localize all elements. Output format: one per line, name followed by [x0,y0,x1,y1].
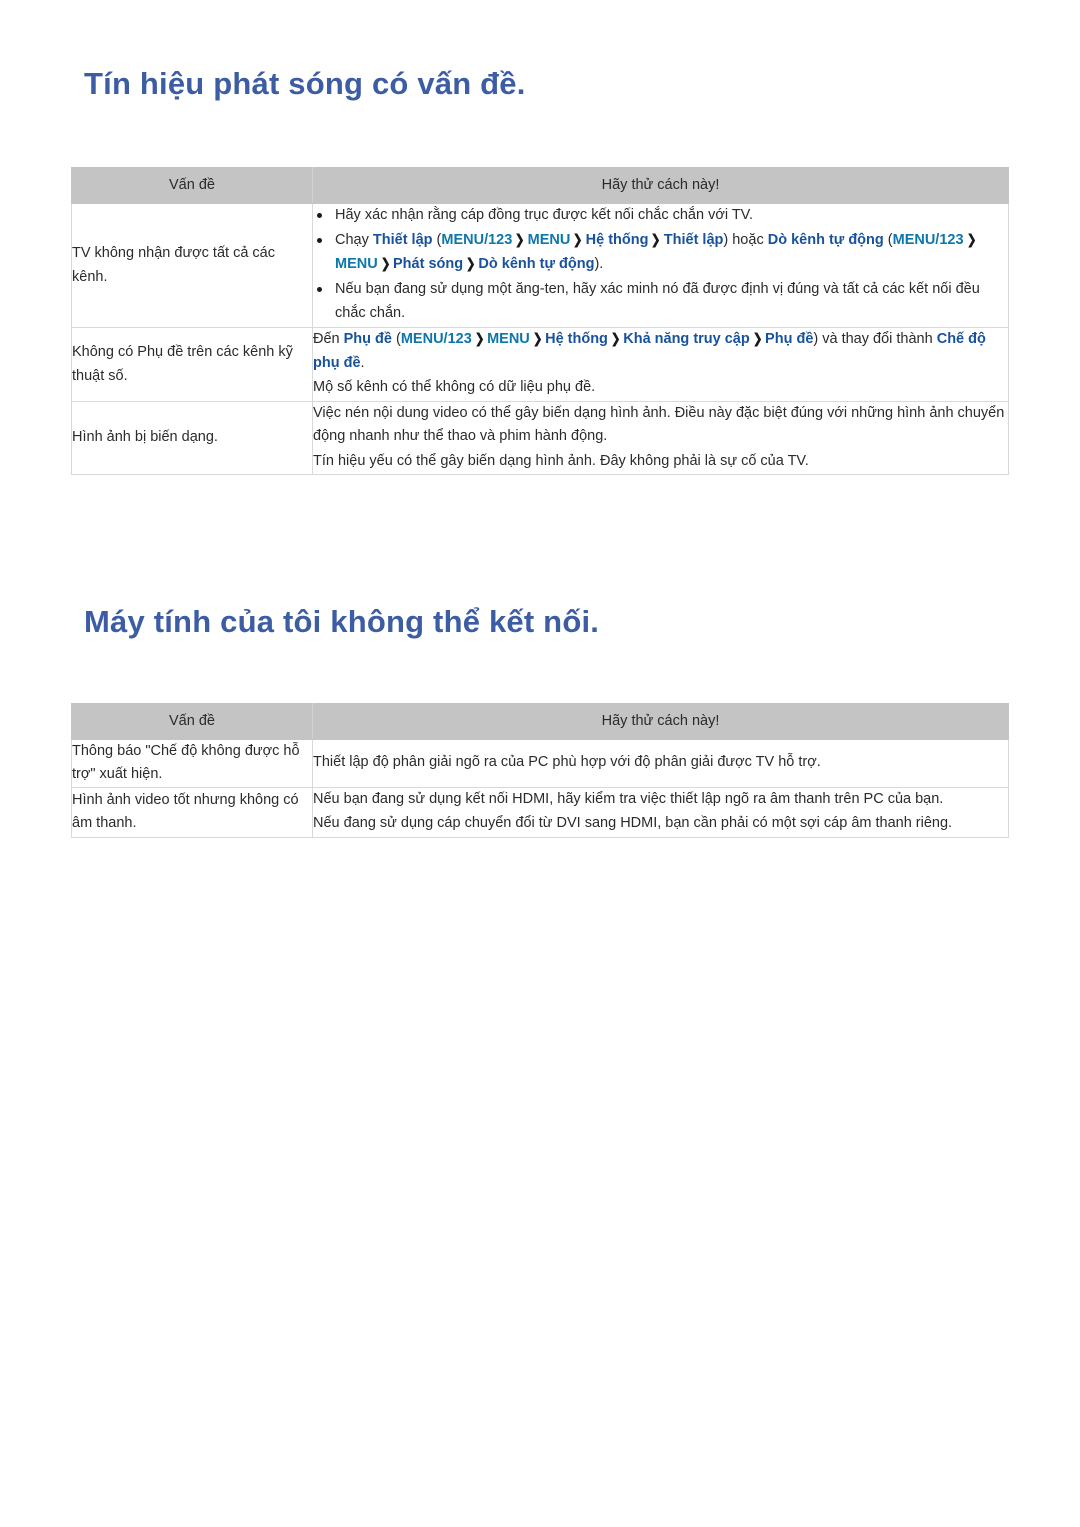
text-run: ( [883,232,893,249]
cell-solution: Đến Phụ đề (MENU/123 ❯ MENU ❯ Hệ thống ❯ Khả n… [312,327,1009,402]
table-row: TV không nhận được tất cả các kênh. Hãy … [71,202,1009,329]
page-title-pc: Máy tính của tôi không thể kết nối. [84,604,600,639]
tip-paragraph: Thiết lập độ phân giải ngõ ra của PC phù… [313,751,1008,774]
chevron-right-icon: ❯ [610,331,621,347]
text-run: ) hoặc [723,232,768,249]
troubleshooting-table-broadcast: Vấn đề Hãy thử cách này! TV không nhận đ… [71,167,1009,476]
list-item: Nếu bạn đang sử dụng một ăng-ten, hãy xá… [313,278,1008,325]
text-run: Thiết lập [372,232,433,249]
list-item: Chạy Thiết lập (MENU/123 ❯ MENU ❯ Hệ thống ❯ T… [313,229,1008,276]
text-run: Nếu đang sử dụng cáp chuyển đổi từ DVI s… [313,815,953,832]
column-header-solution: Hãy thử cách này! [312,703,1009,740]
tips-list: Hãy xác nhận rằng cáp đồng trục được kết… [313,204,1008,325]
cell-problem: Không có Phụ đề trên các kênh kỹ thuật s… [71,327,313,402]
page-title-broadcast: Tín hiệu phát sóng có vấn đề. [84,66,526,101]
text-run: Tín hiệu yếu có thể gây biến dạng hình ả… [313,452,809,469]
chevron-right-icon: ❯ [966,232,976,248]
tip-paragraph: Mộ số kênh có thể không có dữ liệu phụ đ… [313,376,1008,399]
text-run: ). [594,255,604,272]
text-run: Dò kênh tự động [767,232,884,249]
cell-problem: Thông báo "Chế độ không được hỗ trợ" xuấ… [71,739,313,788]
text-run: Đến [313,331,344,348]
tip-paragraph: Nếu đang sử dụng cáp chuyển đổi từ DVI s… [313,812,1008,835]
text-run: Việc nén nội dung video có thể gây biến … [313,404,1005,445]
troubleshooting-table-pc: Vấn đề Hãy thử cách này! Thông báo "Chế … [71,703,1009,838]
text-run: MENU/123 [892,232,964,249]
chevron-right-icon: ❯ [474,331,485,347]
tips-container: Thiết lập độ phân giải ngõ ra của PC phù… [313,751,1008,774]
table-header-row: Vấn đề Hãy thử cách này! [71,167,1009,204]
text-run: Phụ đề [765,331,814,348]
cell-problem: Hình ảnh video tốt nhưng không có âm tha… [71,786,313,838]
text-run: Phát sóng [393,255,464,272]
chevron-right-icon: ❯ [465,255,476,271]
cell-solution: Việc nén nội dung video có thể gây biến … [312,400,1009,476]
table-body-broadcast: TV không nhận được tất cả các kênh. Hãy … [71,202,1009,476]
tips-container: Việc nén nội dung video có thể gây biến … [313,402,1008,473]
table-head-broadcast: Vấn đề Hãy thử cách này! [71,167,1009,204]
table-row: Hình ảnh video tốt nhưng không có âm tha… [71,786,1009,838]
text-run: MENU [335,255,378,272]
tip-paragraph: Đến Phụ đề (MENU/123 ❯ MENU ❯ Hệ thống ❯ Khả n… [313,328,1008,375]
chevron-right-icon: ❯ [515,232,525,248]
column-header-solution: Hãy thử cách này! [312,167,1009,204]
list-item: Hãy xác nhận rằng cáp đồng trục được kết… [313,204,1008,227]
text-run: Hãy xác nhận rằng cáp đồng trục được kết… [335,207,754,223]
cell-problem: Hình ảnh bị biến dạng. [71,400,313,476]
text-run: Thiết lập [663,232,724,249]
text-run: MENU [487,331,530,348]
chevron-right-icon: ❯ [380,255,391,271]
text-run: Phụ đề [343,331,392,348]
table-row: Thông báo "Chế độ không được hỗ trợ" xuấ… [71,739,1009,788]
table-body-pc: Thông báo "Chế độ không được hỗ trợ" xuấ… [71,739,1009,838]
text-run: Chạy [335,232,373,249]
cell-solution: Thiết lập độ phân giải ngõ ra của PC phù… [312,739,1009,788]
text-run: Thiết lập độ phân giải ngõ ra của PC phù… [313,754,821,771]
text-run: Mộ số kênh có thể không có dữ liệu phụ đ… [313,379,596,396]
table-row: Hình ảnh bị biến dạng. Việc nén nội dung… [71,400,1009,476]
text-run: MENU/123 [441,232,513,249]
text-run: Hệ thống [545,331,608,348]
text-run: ( [391,331,401,348]
section-heading-broadcast-wrap: Tín hiệu phát sóng có vấn đề. [84,66,526,102]
document-page: Tín hiệu phát sóng có vấn đề. Vấn đề Hãy… [0,0,1080,1527]
cell-solution: Nếu bạn đang sử dụng kết nối HDMI, hãy k… [312,786,1009,838]
column-header-problem: Vấn đề [71,167,313,204]
chevron-right-icon: ❯ [573,232,583,248]
table-head-pc: Vấn đề Hãy thử cách này! [71,703,1009,740]
text-run: Khả năng truy cập [623,331,750,348]
chevron-right-icon: ❯ [532,331,543,347]
text-run: Nếu bạn đang sử dụng một ăng-ten, hãy xá… [335,281,980,321]
text-run: Nếu bạn đang sử dụng kết nối HDMI, hãy k… [313,790,944,807]
tips-container: Đến Phụ đề (MENU/123 ❯ MENU ❯ Hệ thống ❯ Khả n… [313,328,1008,399]
column-header-problem: Vấn đề [71,703,313,740]
cell-solution: Hãy xác nhận rằng cáp đồng trục được kết… [312,202,1009,329]
tip-paragraph: Nếu bạn đang sử dụng kết nối HDMI, hãy k… [313,788,1008,811]
text-run: MENU/123 [400,331,472,348]
tip-paragraph: Việc nén nội dung video có thể gây biến … [313,402,1008,449]
section-heading-pc-wrap: Máy tính của tôi không thể kết nối. [84,604,599,640]
tips-container: Nếu bạn đang sử dụng kết nối HDMI, hãy k… [313,788,1008,836]
tips-container: Hãy xác nhận rằng cáp đồng trục được kết… [313,204,1008,325]
table-row: Không có Phụ đề trên các kênh kỹ thuật s… [71,327,1009,402]
table-header-row: Vấn đề Hãy thử cách này! [71,703,1009,740]
chevron-right-icon: ❯ [651,232,661,248]
text-run: MENU [527,232,571,249]
chevron-right-icon: ❯ [752,331,763,347]
text-run: Dò kênh tự động [478,255,595,272]
text-run: ) và thay đổi thành [813,331,937,348]
cell-problem: TV không nhận được tất cả các kênh. [71,202,313,329]
tip-paragraph: Tín hiệu yếu có thể gây biến dạng hình ả… [313,450,1008,473]
text-run: Hệ thống [585,232,649,249]
text-run: . [360,354,365,371]
